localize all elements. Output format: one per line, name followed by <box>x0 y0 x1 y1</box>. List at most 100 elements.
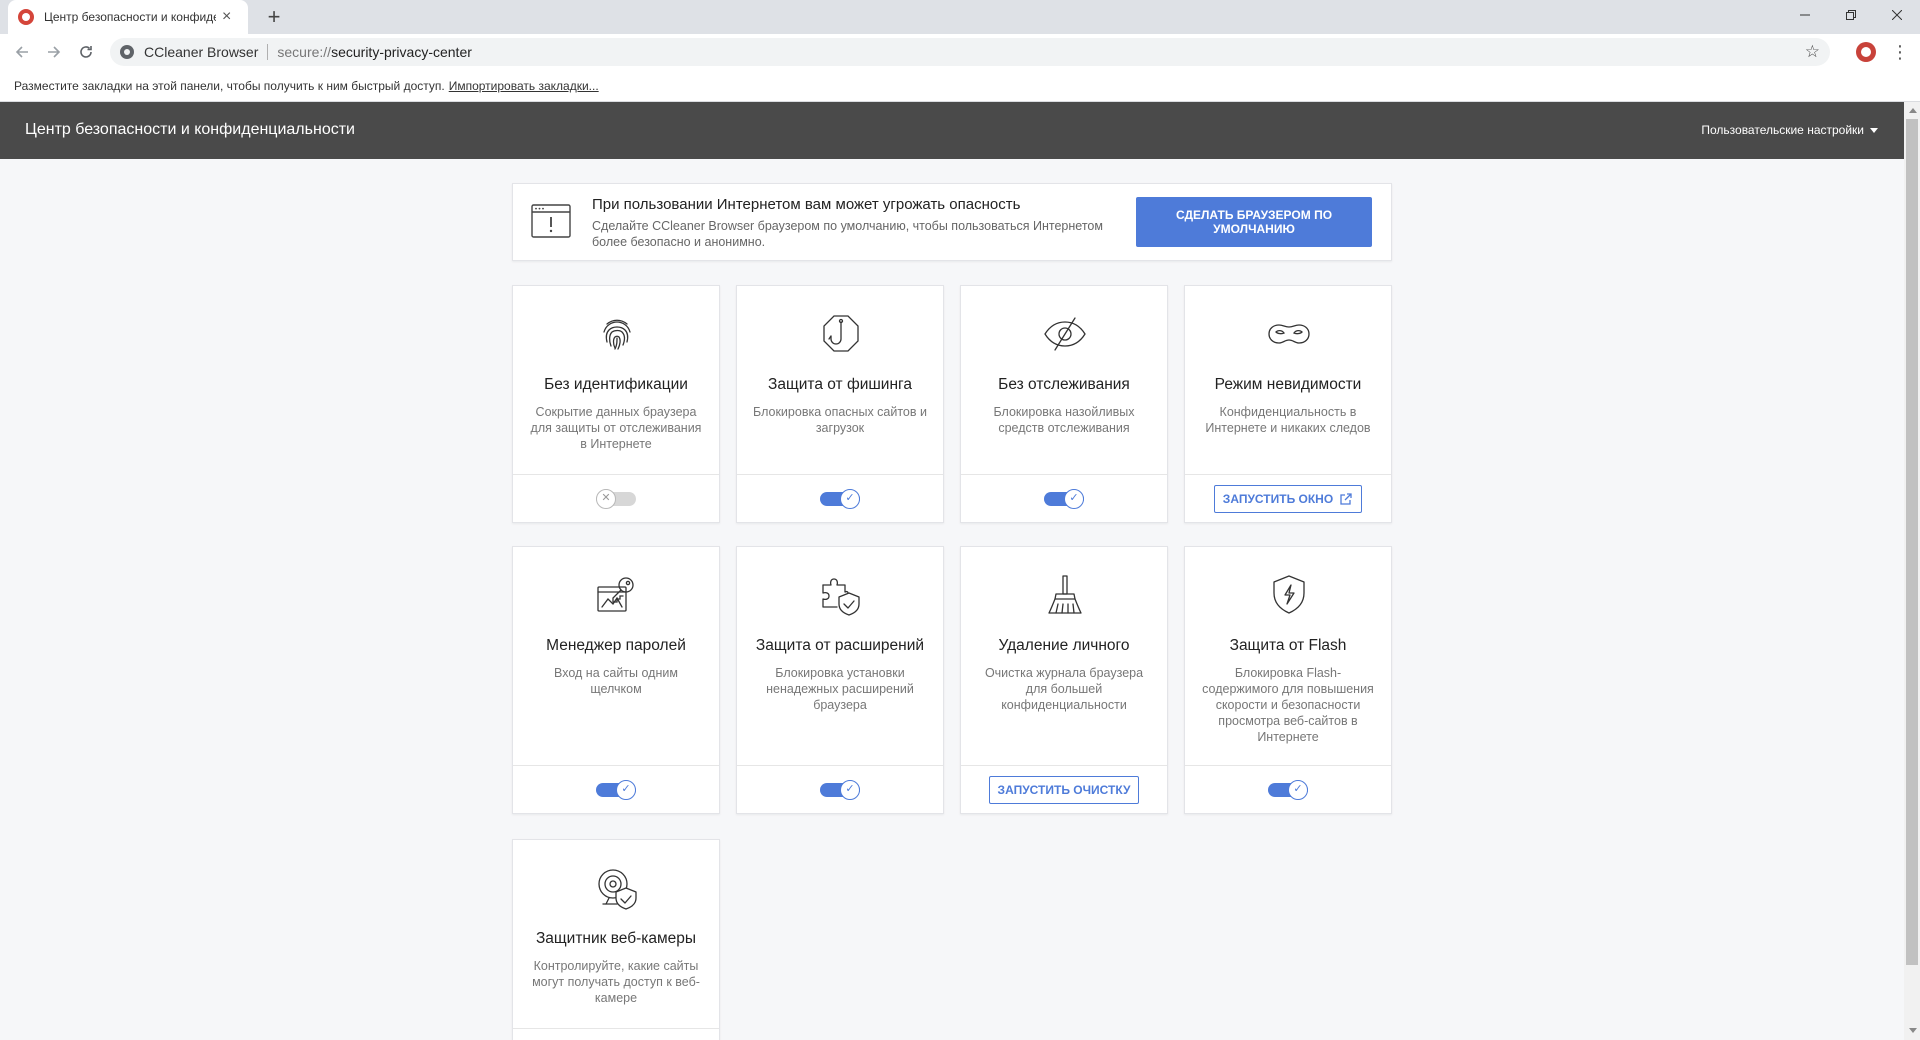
make-default-button[interactable]: Сделать браузером по умолчанию <box>1136 197 1372 247</box>
ccleaner-favicon-icon <box>18 9 34 25</box>
secure-site-icon <box>120 45 134 59</box>
card-footer: ✓ <box>1185 765 1391 813</box>
flash-guard-toggle[interactable]: ✓ <box>1268 779 1308 800</box>
card-title: Защитник веб-камеры <box>535 930 697 947</box>
card-desc: Блокировка установки ненадежных расширен… <box>766 666 914 712</box>
no-fingerprint-toggle[interactable]: ✕ <box>596 488 636 509</box>
user-settings-label: Пользовательские настройки <box>1701 123 1864 137</box>
url-host: security-privacy-center <box>331 44 472 60</box>
import-bookmarks-link[interactable]: Импортировать закладки... <box>449 79 599 93</box>
anti-phishing-toggle[interactable]: ✓ <box>820 488 860 509</box>
card-footer: Запустить очистку <box>961 765 1167 813</box>
card-title: Защита от фишинга <box>768 376 912 393</box>
launch-cleanup-button[interactable]: Запустить очистку <box>988 775 1140 804</box>
card-footer: ✓ <box>961 474 1167 522</box>
card-title: Без идентификации <box>544 376 688 393</box>
card-desc: Блокировка опасных сайтов и загрузок <box>753 405 927 435</box>
card-footer: ✓ <box>737 765 943 813</box>
card-password-manager: Менеджер паролей Вход на сайты одним щел… <box>512 546 720 814</box>
user-settings-dropdown[interactable]: Пользовательские настройки <box>1701 123 1878 137</box>
bookmarks-hint: Разместите закладки на этой панели, чтоб… <box>14 78 445 93</box>
omnibox-separator <box>267 44 269 60</box>
bookmarks-bar: Разместите закладки на этой панели, чтоб… <box>0 70 1920 102</box>
card-extension-guard: Защита от расширений Блокировка установк… <box>736 546 944 814</box>
card-footer: ✓ <box>513 765 719 813</box>
toggle-check-icon: ✓ <box>616 779 636 800</box>
browser-tab[interactable]: Центр безопасности и конфиденциальности … <box>8 0 248 34</box>
browser-warning-icon <box>531 204 571 238</box>
forward-button[interactable] <box>40 38 68 66</box>
banner-text: Сделайте CCleaner Browser браузером по у… <box>592 219 1103 249</box>
card-title: Защита от расширений <box>755 637 925 654</box>
card-title: Режим невидимости <box>1214 376 1362 393</box>
anti-tracking-toggle[interactable]: ✓ <box>1044 488 1084 509</box>
new-tab-button[interactable]: + <box>262 5 286 29</box>
card-desc: Конфиденциальность в Интернете и никаких… <box>1205 405 1371 435</box>
scroll-down-arrow-icon[interactable] <box>1909 1028 1917 1033</box>
tab-strip: Центр безопасности и конфиденциальности … <box>0 0 1920 34</box>
card-anti-tracking: Без отслеживания Блокировка назойливых с… <box>960 285 1168 523</box>
card-desc: Блокировка Flash-содержимого для повышен… <box>1202 666 1374 744</box>
bookmark-star-icon[interactable]: ☆ <box>1805 42 1820 62</box>
phishing-hook-icon <box>823 315 859 352</box>
broom-icon <box>1048 575 1082 614</box>
card-title: Удаление личного <box>998 637 1130 654</box>
toggle-check-icon: ✓ <box>1064 488 1084 509</box>
eye-slash-icon <box>1044 317 1086 351</box>
browser-menu-icon[interactable]: ⋮ <box>1890 40 1910 64</box>
back-button[interactable] <box>8 38 36 66</box>
card-stealth-mode: Режим невидимости Конфиденциальность в И… <box>1184 285 1392 523</box>
mask-icon <box>1268 324 1310 344</box>
banner-title: При пользовании Интернетом вам может угр… <box>592 196 1021 213</box>
launch-window-label: Запустить окно <box>1222 491 1334 506</box>
restore-icon <box>1846 10 1856 20</box>
card-title: Без отслеживания <box>998 376 1130 393</box>
tab-title: Центр безопасности и конфиденциальности <box>44 10 216 24</box>
card-no-fingerprint: Без идентификации Сокрытие данных браузе… <box>512 285 720 523</box>
restore-button[interactable] <box>1828 0 1874 30</box>
address-bar[interactable]: CCleaner Browser secure:// security-priv… <box>110 38 1830 66</box>
arrow-right-icon <box>48 46 61 58</box>
card-footer: ✓ <box>737 474 943 522</box>
toggle-check-icon: ✓ <box>840 779 860 800</box>
card-privacy-cleaner: Удаление личного Очистка журнала браузер… <box>960 546 1168 814</box>
minimize-button[interactable] <box>1782 0 1828 30</box>
extension-guard-toggle[interactable]: ✓ <box>820 779 860 800</box>
external-link-icon <box>1340 492 1352 505</box>
ccleaner-profile-icon[interactable] <box>1856 42 1876 62</box>
card-desc: Контролируйте, какие сайты могут получат… <box>532 959 700 1005</box>
close-window-button[interactable] <box>1874 0 1920 30</box>
caret-down-icon <box>1870 127 1878 133</box>
tab-close-icon[interactable]: × <box>222 9 231 25</box>
app-header: Центр безопасности и конфиденциальности … <box>0 102 1904 159</box>
password-manager-toggle[interactable]: ✓ <box>596 779 636 800</box>
omnibox-brand: CCleaner Browser <box>144 44 259 60</box>
card-anti-phishing: Защита от фишинга Блокировка опасных сай… <box>736 285 944 523</box>
scrollbar-thumb[interactable] <box>1906 119 1918 965</box>
scroll-up-arrow-icon[interactable] <box>1909 108 1917 113</box>
card-desc: Блокировка назойливых средств отслеживан… <box>993 405 1135 435</box>
reload-icon <box>80 46 92 58</box>
extension-shield-icon <box>822 578 860 616</box>
card-title: Менеджер паролей <box>546 637 686 654</box>
window-controls <box>1782 0 1920 30</box>
toggle-check-icon: ✓ <box>1288 779 1308 800</box>
card-footer: Запустить окно <box>1185 474 1391 522</box>
card-desc: Сокрытие данных браузера для защиты от о… <box>530 405 702 451</box>
default-browser-banner: При пользовании Интернетом вам может угр… <box>512 183 1392 261</box>
card-flash-guard: Защита от Flash Блокировка Flash-содержи… <box>1184 546 1392 814</box>
arrow-left-icon <box>15 46 28 58</box>
webcam-shield-icon <box>598 869 637 910</box>
card-webcam-guard: Защитник веб-камеры Контролируйте, какие… <box>512 839 720 1040</box>
minimize-icon <box>1800 14 1810 16</box>
launch-window-button[interactable]: Запустить окно <box>1213 484 1363 513</box>
reload-button[interactable] <box>72 38 100 66</box>
card-footer-divider <box>513 1028 719 1029</box>
toggle-off-x-icon: ✕ <box>596 488 616 509</box>
page-title: Центр безопасности и конфиденциальности <box>25 121 355 138</box>
card-title: Защита от Flash <box>1229 637 1347 654</box>
card-desc: Очистка журнала браузера для большей кон… <box>984 666 1144 712</box>
toggle-check-icon: ✓ <box>840 488 860 509</box>
fingerprint-icon <box>603 319 631 350</box>
launch-cleanup-label: Запустить очистку <box>997 782 1131 797</box>
